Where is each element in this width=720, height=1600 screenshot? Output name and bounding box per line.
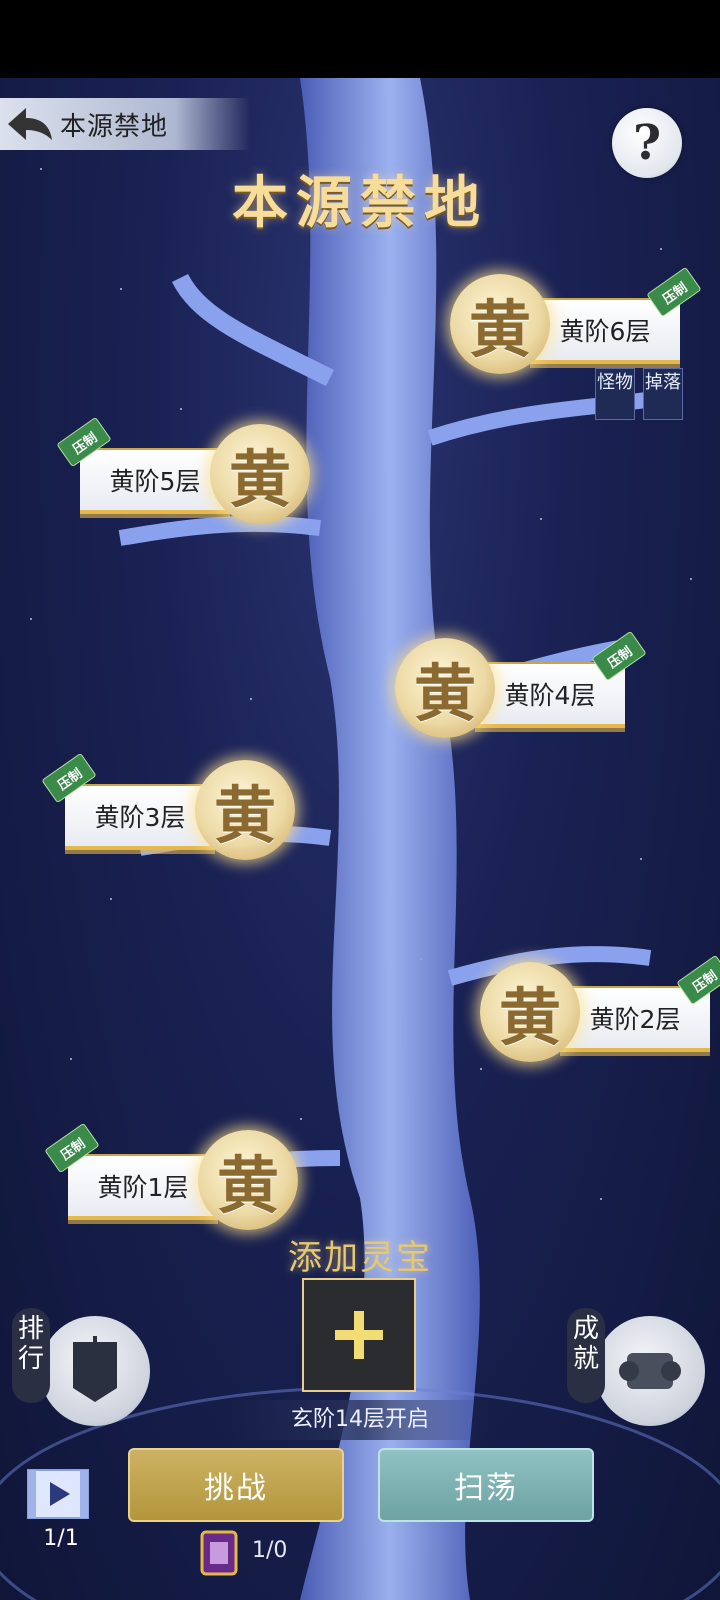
floor-1-node[interactable]: 黄阶1层 黄 压制	[44, 1122, 308, 1244]
floor-3-node[interactable]: 黄阶3层 黄 压制	[41, 752, 305, 874]
ranking-label: 排行	[12, 1308, 50, 1403]
floor-label: 黄阶3层	[65, 784, 215, 850]
page-title: 本源禁地	[232, 170, 488, 236]
challenge-button[interactable]: 挑战	[128, 1448, 344, 1522]
replay-count: 1/1	[43, 1526, 79, 1551]
game-scene: 本源禁地 ? 本源禁地 黄阶6层 黄 压制 怪物 掉落 黄阶5层 黄 压制 黄阶…	[0, 78, 720, 1600]
sweep-button[interactable]: 扫荡	[378, 1448, 594, 1522]
rank-medal-icon: 黄	[195, 760, 295, 860]
back-label: 本源禁地	[60, 111, 169, 142]
status-bar	[0, 0, 720, 78]
floor-4-node[interactable]: 黄阶4层 黄 压制	[395, 630, 647, 752]
back-arrow-icon	[0, 98, 60, 150]
drop-button[interactable]: 掉落	[643, 368, 683, 420]
rank-medal-icon: 黄	[395, 638, 495, 738]
ranking-button[interactable]: 排行	[0, 1308, 150, 1428]
add-treasure-slot[interactable]	[302, 1278, 416, 1392]
ticket-icon	[200, 1530, 238, 1576]
rank-medal-icon: 黄	[210, 424, 310, 524]
ticket-count: 1/0	[252, 1538, 288, 1563]
rank-medal-icon: 黄	[450, 274, 550, 374]
floor-label: 黄阶1层	[68, 1154, 218, 1220]
add-treasure-label: 添加灵宝	[288, 1238, 432, 1278]
floor-label: 黄阶5层	[80, 448, 230, 514]
unlock-requirement-text: 玄阶14层开启	[230, 1400, 490, 1440]
rank-medal-icon: 黄	[198, 1130, 298, 1230]
floor-2-node[interactable]: 黄阶2层 黄 压制	[480, 954, 720, 1076]
floor-5-node[interactable]: 黄阶5层 黄 压制	[56, 416, 320, 538]
rank-medal-icon: 黄	[480, 962, 580, 1062]
achievement-button[interactable]: 成就	[555, 1308, 705, 1428]
replay-button[interactable]	[26, 1468, 90, 1520]
scroll-icon	[595, 1316, 705, 1426]
banner-icon	[40, 1316, 150, 1426]
monster-button[interactable]: 怪物	[595, 368, 635, 420]
video-play-icon	[27, 1469, 89, 1519]
plus-icon	[335, 1311, 383, 1359]
back-button[interactable]: 本源禁地	[0, 98, 250, 150]
achievement-label: 成就	[567, 1308, 605, 1403]
